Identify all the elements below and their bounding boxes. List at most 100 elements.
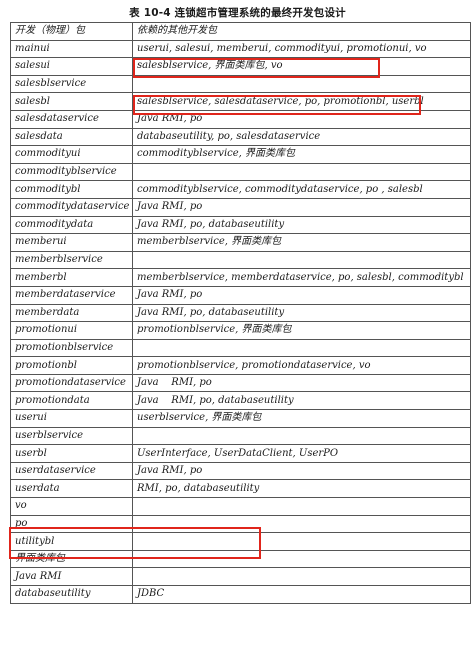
table-row: salesdata databaseutility, po, salesdatas… (10, 127, 471, 147)
dependencies-cell (132, 497, 471, 516)
header-dependencies: 依赖的其他开发包 (132, 22, 471, 41)
package-cell: userdata (10, 479, 133, 499)
package-cell: salesdata (10, 127, 133, 147)
table-row: po (10, 514, 471, 534)
table-row: promotionbl promotionblservice, promotion… (10, 356, 471, 375)
dependencies-cell (132, 514, 471, 534)
package-cell: promotiondata (10, 391, 133, 411)
dependencies-cell: Java RMI, po (132, 285, 471, 305)
table-header-row: 开发（物理）包 依赖的其他开发包 (10, 22, 471, 41)
table-row: commodityblservice (10, 162, 471, 182)
package-cell: memberdata (10, 303, 133, 323)
package-cell: vo (10, 497, 133, 516)
package-cell: databaseutility (10, 585, 133, 604)
package-cell: commodityblservice (10, 162, 133, 182)
table-row: mainui userui, salesui, memberui, commodi… (10, 39, 471, 59)
table-row: userblservice (10, 426, 471, 446)
package-cell: promotiondataservice (10, 373, 133, 393)
dependencies-cell: Java RMI, po (132, 373, 471, 393)
package-cell: 界面类库包 (10, 549, 133, 569)
dependencies-cell: Java RMI, po (132, 109, 471, 129)
dependencies-cell: databaseutility, po, salesdataservice (132, 127, 471, 147)
package-cell: memberbl (10, 268, 133, 287)
dependencies-cell: memberblservice, 界面类库包 (132, 233, 471, 252)
table-row: salesbl salesblservice, salesdataservice,… (10, 92, 471, 111)
package-cell: userdataservice (10, 461, 133, 481)
table-row: memberdataservice Java RMI, po (10, 285, 471, 305)
package-cell: mainui (10, 39, 133, 59)
dependencies-cell: memberblservice, memberdataservice, po, … (132, 268, 471, 287)
dependencies-cell: JDBC (132, 585, 471, 604)
table-row: userbl UserInterface, UserDataClient, Use… (10, 444, 471, 463)
dependencies-cell (132, 162, 471, 182)
package-table: 开发（物理）包 依赖的其他开发包 mainui userui, salesui, … (10, 22, 471, 604)
package-cell: promotionblservice (10, 338, 133, 358)
dependencies-cell: userblservice, 界面类库包 (132, 409, 471, 428)
table-row: memberbl memberblservice, memberdataservi… (10, 268, 471, 287)
package-cell: userblservice (10, 426, 133, 446)
table-row: salesblservice (10, 74, 471, 94)
dependencies-cell: commodityblservice, commoditydataservice… (132, 180, 471, 199)
table-row: utilitybl (10, 532, 471, 551)
table-row: commodityui commodityblservice, 界面类库包 (10, 145, 471, 164)
dependencies-cell (132, 250, 471, 270)
table-row: salesdataservice Java RMI, po (10, 109, 471, 129)
package-cell: salesblservice (10, 74, 133, 94)
table-row: memberblservice (10, 250, 471, 270)
table-row: promotiondataservice Java RMI, po (10, 373, 471, 393)
table-row: userdataservice Java RMI, po (10, 461, 471, 481)
dependencies-cell: promotionblservice, promotiondataservice… (132, 356, 471, 375)
package-cell: Java RMI (10, 567, 133, 586)
dependencies-cell: userui, salesui, memberui, commodityui, … (132, 39, 471, 59)
package-cell: commoditydata (10, 215, 133, 235)
dependencies-cell: salesblservice, salesdataservice, po, pr… (132, 92, 471, 111)
table-row: userdata RMI, po, databaseutility (10, 479, 471, 499)
dependencies-cell: promotionblservice, 界面类库包 (132, 321, 471, 340)
dependencies-cell (132, 532, 471, 551)
dependencies-cell: Java RMI, po, databaseutility (132, 303, 471, 323)
table-row: databaseutility JDBC (10, 585, 471, 604)
dependencies-cell: RMI, po, databaseutility (132, 479, 471, 499)
table-row: Java RMI (10, 567, 471, 586)
dependencies-cell: Java RMI, po, databaseutility (132, 215, 471, 235)
table-row: 界面类库包 (10, 549, 471, 569)
dependencies-cell: commodityblservice, 界面类库包 (132, 145, 471, 164)
package-cell: salesdataservice (10, 109, 133, 129)
table-row: promotionblservice (10, 338, 471, 358)
package-cell: userbl (10, 444, 133, 463)
table-row: memberui memberblservice, 界面类库包 (10, 233, 471, 252)
package-cell: memberui (10, 233, 133, 252)
table-row: promotionui promotionblservice, 界面类库包 (10, 321, 471, 340)
table-row: userui userblservice, 界面类库包 (10, 409, 471, 428)
dependencies-cell: Java RMI, po, databaseutility (132, 391, 471, 411)
dependencies-cell (132, 567, 471, 586)
package-cell: commoditydataservice (10, 197, 133, 217)
dependencies-cell (132, 74, 471, 94)
dependencies-cell: salesblservice, 界面类库包, vo (132, 57, 471, 76)
dependencies-cell: Java RMI, po (132, 461, 471, 481)
package-cell: memberblservice (10, 250, 133, 270)
table-row: commoditydata Java RMI, po, databaseutili… (10, 215, 471, 235)
dependencies-cell (132, 426, 471, 446)
package-cell: salesui (10, 57, 133, 76)
table-row: memberdata Java RMI, po, databaseutility (10, 303, 471, 323)
table-row: salesui salesblservice, 界面类库包, vo (10, 57, 471, 76)
dependencies-cell (132, 338, 471, 358)
package-cell: promotionui (10, 321, 133, 340)
dependencies-cell: UserInterface, UserDataClient, UserPO (132, 444, 471, 463)
table-row: vo (10, 497, 471, 516)
header-package: 开发（物理）包 (10, 22, 133, 41)
package-cell: commoditybl (10, 180, 133, 199)
package-cell: promotionbl (10, 356, 133, 375)
table-caption: 表 10-4 连锁超市管理系统的最终开发包设计 (129, 7, 346, 19)
table-row: promotiondata Java RMI, po, databaseutili… (10, 391, 471, 411)
package-cell: utilitybl (10, 532, 133, 551)
package-cell: userui (10, 409, 133, 428)
package-cell: po (10, 514, 133, 534)
table-row: commoditybl commodityblservice, commodity… (10, 180, 471, 199)
dependencies-cell: Java RMI, po (132, 197, 471, 217)
package-cell: commodityui (10, 145, 133, 164)
table-row: commoditydataservice Java RMI, po (10, 197, 471, 217)
dependencies-cell (132, 549, 471, 569)
package-cell: salesbl (10, 92, 133, 111)
